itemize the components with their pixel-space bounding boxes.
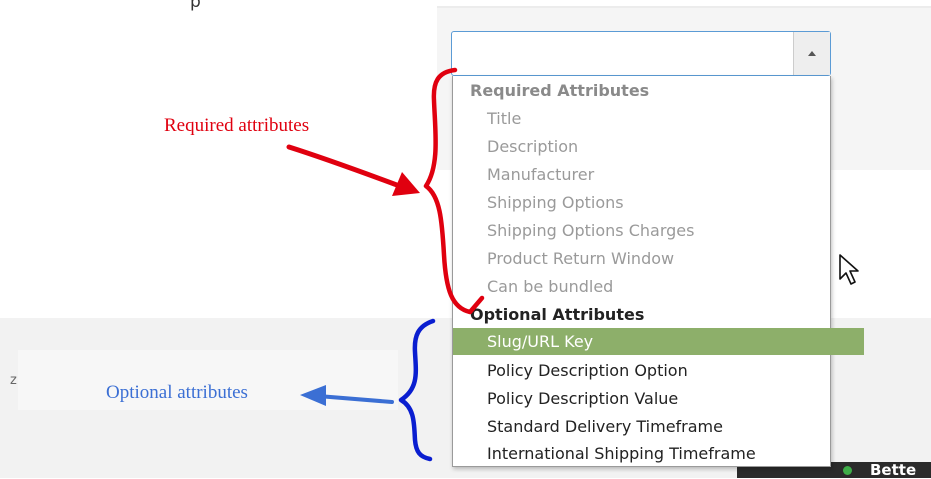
red-brace-icon xyxy=(423,67,485,315)
blue-brace-icon xyxy=(398,318,436,462)
red-arrow-icon xyxy=(286,144,408,191)
blue-arrow-icon xyxy=(316,394,394,404)
annotation-overlay xyxy=(286,67,485,462)
mouse-pointer-icon xyxy=(839,254,859,285)
blue-arrowhead-icon xyxy=(300,385,326,406)
